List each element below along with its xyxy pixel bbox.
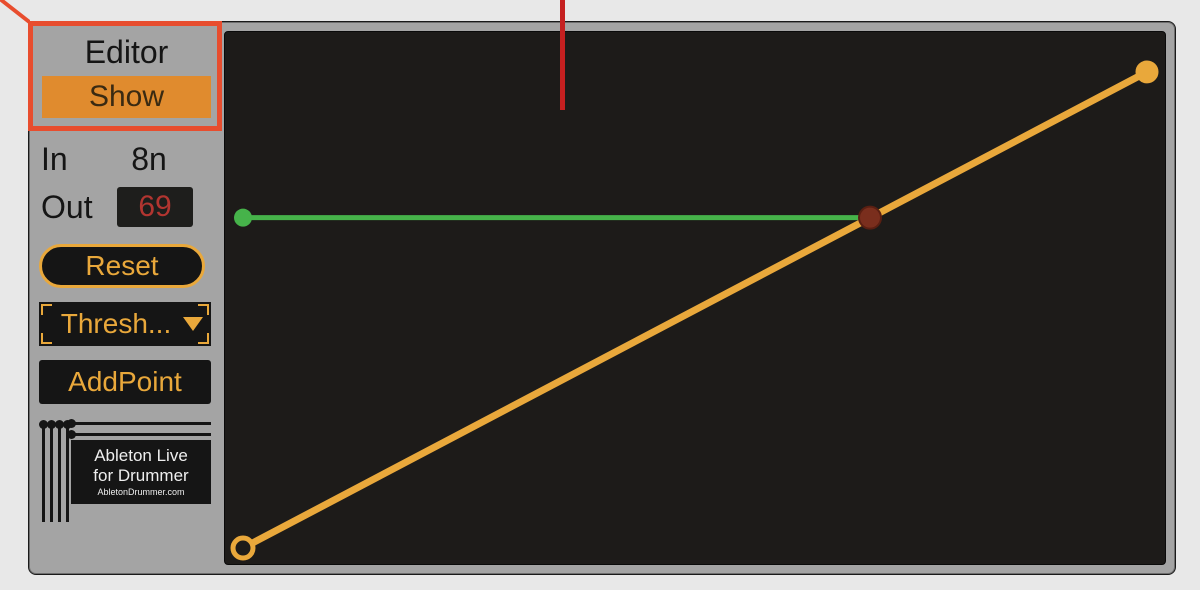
editor-title: Editor bbox=[39, 30, 214, 74]
brand-logo: Ableton Live for Drummer AbletonDrummer.… bbox=[39, 418, 211, 522]
dropdown-label: Thresh... bbox=[61, 308, 171, 340]
curve-editor-canvas[interactable] bbox=[224, 31, 1166, 565]
logo-line1: Ableton Live bbox=[71, 446, 211, 466]
show-button[interactable]: Show bbox=[42, 76, 211, 118]
logo-line2: for Drummer bbox=[71, 466, 211, 486]
device-container: Editor Show In 8n Out 69 Reset Thresh...… bbox=[28, 21, 1176, 575]
curve-plot bbox=[225, 32, 1165, 564]
marker-start-handle[interactable] bbox=[234, 209, 252, 227]
out-label: Out bbox=[39, 189, 107, 226]
annotation-pointer-line bbox=[560, 0, 565, 110]
sidebar: Editor Show In 8n Out 69 Reset Thresh...… bbox=[29, 22, 222, 574]
out-value[interactable]: 69 bbox=[117, 187, 193, 227]
in-label: In bbox=[39, 141, 107, 178]
chevron-down-icon bbox=[183, 317, 203, 331]
in-row: In 8n bbox=[39, 138, 214, 180]
in-value[interactable]: 8n bbox=[107, 141, 191, 178]
logo-line3: AbletonDrummer.com bbox=[71, 486, 211, 498]
reset-button[interactable]: Reset bbox=[39, 244, 205, 288]
out-row: Out 69 bbox=[39, 186, 214, 228]
curve-end-handle[interactable] bbox=[1137, 62, 1157, 82]
curve-line[interactable] bbox=[243, 72, 1147, 548]
thresh-dropdown[interactable]: Thresh... bbox=[39, 302, 211, 346]
add-point-button[interactable]: AddPoint bbox=[39, 360, 211, 404]
intersection-handle[interactable] bbox=[859, 207, 881, 229]
annotation-diagonal-tail bbox=[0, 0, 30, 25]
curve-start-handle[interactable] bbox=[233, 538, 253, 558]
